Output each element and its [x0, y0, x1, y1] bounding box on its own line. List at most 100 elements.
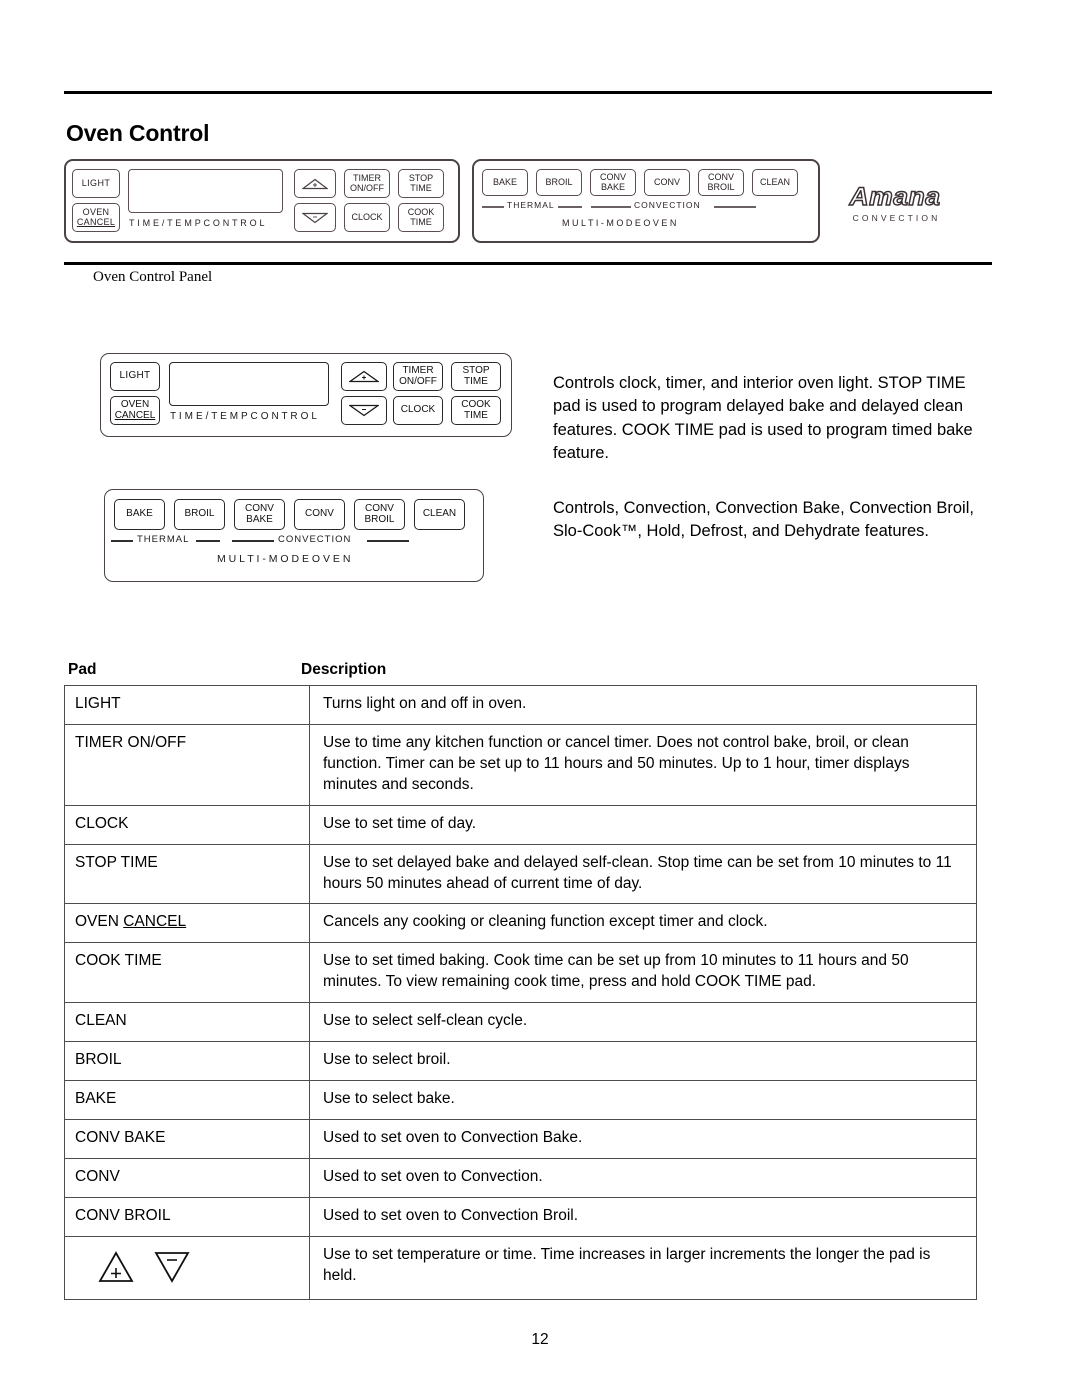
triangle-up-plus-icon	[302, 178, 328, 189]
table-row: CONV BAKE Used to set oven to Convection …	[64, 1118, 977, 1159]
pad-oven-cancel[interactable]: OVEN CANCEL	[72, 203, 120, 232]
table-cell-pad: TIMER ON/OFF	[64, 723, 310, 806]
pad-stop-time[interactable]: STOP TIME	[398, 169, 444, 198]
pad-arrow-down[interactable]	[294, 203, 336, 232]
thermal-label: THERMAL	[507, 200, 555, 210]
figure-pad-cook-time[interactable]: COOK TIME	[451, 396, 501, 425]
table-cell-pad: STOP TIME	[64, 843, 310, 905]
table-cell-description: Use to set time of day.	[309, 804, 977, 845]
table-cell-description: Use to time any kitchen function or canc…	[309, 723, 977, 806]
figure-pad-broil[interactable]: BROIL	[174, 499, 225, 530]
figure-pad-oven-cancel[interactable]: OVEN CANCEL	[110, 396, 160, 425]
header-rule	[64, 91, 992, 94]
pad-conv[interactable]: CONV	[644, 169, 690, 196]
figure-conv-bake-line2: BAKE	[246, 513, 273, 525]
pad-light[interactable]: LIGHT	[72, 169, 120, 198]
table-cell-description: Used to set oven to Convection Broil.	[309, 1196, 977, 1237]
figure-thermal-rule-left	[111, 540, 133, 542]
table-cell-pad	[64, 1235, 310, 1300]
figure-pad-conv-broil[interactable]: CONV BROIL	[354, 499, 405, 530]
figure-conv-broil-line1: CONV	[365, 502, 394, 514]
amana-logo: Amana CONVECTION	[845, 184, 945, 223]
figure-cook-line2: TIME	[464, 409, 488, 421]
caption-rule	[64, 262, 992, 265]
figure-stop-line2: TIME	[464, 375, 488, 387]
figure-cook-line1: COOK	[461, 398, 491, 410]
table-cell-description: Turns light on and off in oven.	[309, 685, 977, 725]
table-cell-pad: CONV	[64, 1157, 310, 1198]
pad-conv-broil[interactable]: CONV BROIL	[698, 169, 744, 196]
figure-caption: Oven Control Panel	[93, 269, 213, 285]
table-row: BAKE Use to select bake.	[64, 1080, 977, 1120]
figure-pad-conv-bake[interactable]: CONV BAKE	[234, 499, 285, 530]
table-row: Use to set temperature or time. Time inc…	[64, 1235, 977, 1300]
triangle-down-minus-icon	[153, 1250, 191, 1284]
figure-conv-broil-line2: BROIL	[364, 513, 395, 525]
figure-pad-conv[interactable]: CONV	[294, 499, 345, 530]
triangle-down-minus-icon	[302, 212, 328, 223]
table-cell-description: Use to set temperature or time. Time inc…	[309, 1235, 977, 1300]
table-cell-description: Used to set oven to Convection.	[309, 1157, 977, 1198]
amana-subtitle: CONVECTION	[852, 213, 941, 223]
pad-bake[interactable]: BAKE	[482, 169, 528, 196]
figure-pad-light[interactable]: LIGHT	[110, 362, 160, 391]
figure-conv-bake-line1: CONV	[245, 502, 274, 514]
table-cell-pad: BAKE	[64, 1080, 310, 1120]
figure-pad-timer-on-off[interactable]: TIMER ON/OFF	[393, 362, 443, 391]
pad-conv-bake[interactable]: CONV BAKE	[590, 169, 636, 196]
table-row: TIMER ON/OFF Use to time any kitchen func…	[64, 723, 977, 806]
pad-stop-line2: TIME	[410, 182, 432, 193]
pad-conv-broil-line2: BROIL	[707, 181, 735, 192]
pad-timer-line2: ON/OFF	[350, 182, 384, 193]
table-row: LIGHT Turns light on and off in oven.	[64, 685, 977, 725]
convection-label: CONVECTION	[634, 200, 701, 210]
figure-pad-arrow-down[interactable]	[341, 396, 387, 425]
time-temp-control-label: T I M E / T E M P C O N T R O L	[129, 218, 265, 228]
table-cell-pad: COOK TIME	[64, 942, 310, 1004]
convection-rule-right	[714, 206, 756, 208]
pad-label-prefix: OVEN	[75, 913, 124, 931]
table-cell-description: Cancels any cooking or cleaning function…	[309, 903, 977, 944]
pad-arrow-up[interactable]	[294, 169, 336, 198]
figure-time-temp-panel: LIGHT OVEN CANCEL T I M E / T E M P C O …	[100, 353, 512, 437]
table-row: CLOCK Use to set time of day.	[64, 804, 977, 845]
figure-time-temp-control-label: T I M E / T E M P C O N T R O L	[170, 411, 318, 422]
figure-pad-bake[interactable]: BAKE	[114, 499, 165, 530]
figure-multimode-panel: BAKE BROIL CONV BAKE CONV CONV BROIL CLE…	[104, 489, 484, 582]
figure-convection-rule-right	[367, 540, 409, 542]
table-row: OVEN CANCEL Cancels any cooking or cleani…	[64, 903, 977, 944]
figure-stop-line1: STOP	[462, 364, 490, 376]
figure-pad-clock[interactable]: CLOCK	[393, 396, 443, 425]
table-cell-pad: BROIL	[64, 1041, 310, 1082]
figure-pad-arrow-up[interactable]	[341, 362, 387, 391]
figure-thermal-rule-right	[196, 540, 220, 542]
pad-clock[interactable]: CLOCK	[344, 203, 390, 232]
pad-oven-cancel-line2: CANCEL	[76, 216, 116, 227]
thermal-rule-left	[482, 206, 504, 208]
pad-timer-on-off[interactable]: TIMER ON/OFF	[344, 169, 390, 198]
table-cell-description: Used to set oven to Convection Bake.	[309, 1118, 977, 1159]
page-title: Oven Control	[66, 120, 210, 146]
figure-convection-rule-left	[232, 540, 274, 542]
table-row: CONV BROIL Used to set oven to Convection…	[64, 1196, 977, 1237]
pad-broil[interactable]: BROIL	[536, 169, 582, 196]
thermal-rule-right	[558, 206, 582, 208]
figure-multimode-oven-label: M U L T I - M O D E O V E N	[217, 553, 351, 565]
pad-clean[interactable]: CLEAN	[752, 169, 798, 196]
pad-conv-bake-line2: BAKE	[600, 181, 625, 192]
figure-oven-cancel-line1: OVEN	[120, 398, 150, 410]
page-number: 12	[531, 1331, 549, 1348]
table-cell-description: Use to select self-clean cycle.	[309, 1002, 977, 1043]
table-row: CONV Used to set oven to Convection.	[64, 1157, 977, 1198]
table-row: BROIL Use to select broil.	[64, 1041, 977, 1082]
figure-convection-label: CONVECTION	[278, 534, 352, 545]
figure-pad-stop-time[interactable]: STOP TIME	[451, 362, 501, 391]
triangle-up-plus-icon	[97, 1250, 135, 1284]
pad-cook-time[interactable]: COOK TIME	[398, 203, 444, 232]
table-row: COOK TIME Use to set timed baking. Cook t…	[64, 942, 977, 1004]
oven-control-panel-time-temp-module: LIGHT OVEN CANCEL T I M E / T E M P C O …	[64, 159, 460, 243]
figure-pad-clean[interactable]: CLEAN	[414, 499, 465, 530]
figure-multimode-description: Controls, Convection, Convection Bake, C…	[553, 499, 974, 541]
table-header-pad: Pad	[68, 661, 97, 678]
triangle-down-minus-icon	[349, 404, 379, 417]
